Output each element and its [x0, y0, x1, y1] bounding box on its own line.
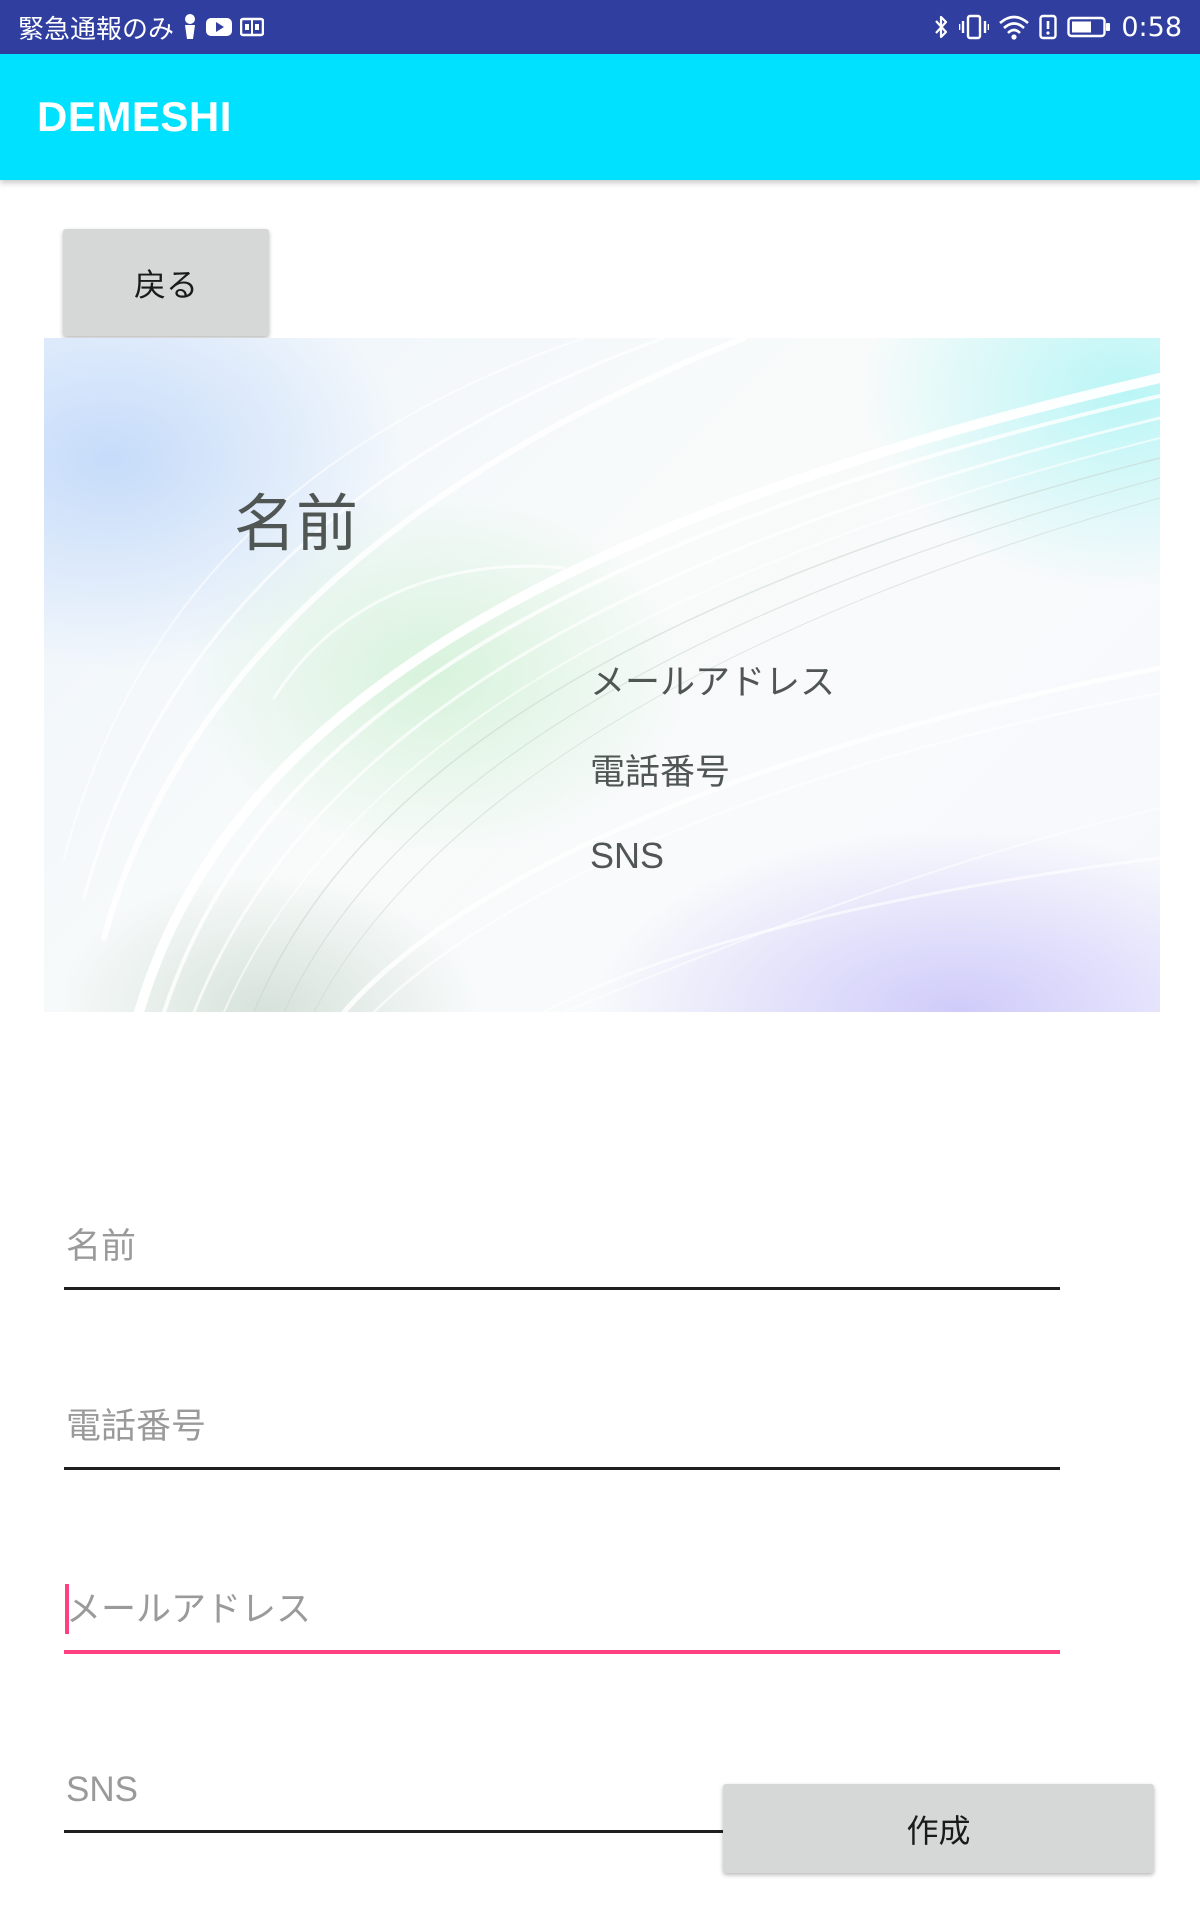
vibrate-icon	[959, 12, 990, 42]
bluetooth-icon	[933, 12, 949, 42]
status-time: 0:58	[1121, 11, 1182, 43]
card-email-text: メールアドレス	[590, 663, 836, 703]
alert-icon	[1039, 12, 1058, 42]
battery-icon	[1067, 12, 1111, 42]
card-sns-text: SNS	[590, 835, 665, 876]
text-cursor	[65, 1584, 69, 1634]
card-preview: 名前 メールアドレス 電話番号 SNS	[44, 338, 1160, 1012]
carrier-text: 緊急通報のみ	[18, 14, 175, 45]
wifi-icon	[999, 12, 1030, 42]
email-field-wrapper	[64, 1574, 1060, 1654]
name-input[interactable]	[64, 1210, 1060, 1290]
status-bar: 緊急通報のみ 0:58	[0, 0, 1200, 54]
status-left: 緊急通報のみ	[18, 0, 265, 54]
card-phone-text: 電話番号	[590, 753, 731, 793]
phone-field-wrapper	[64, 1390, 1060, 1470]
phone-input[interactable]	[64, 1390, 1060, 1470]
create-button[interactable]: 作成	[723, 1784, 1154, 1873]
youtube-icon	[206, 12, 233, 42]
person-icon	[182, 12, 198, 42]
back-button[interactable]: 戻る	[63, 229, 269, 336]
status-right: 0:58	[933, 0, 1182, 54]
name-field-wrapper	[64, 1210, 1060, 1290]
email-input[interactable]	[64, 1574, 1060, 1654]
card-name-text: 名前	[234, 487, 359, 560]
app-title: DEMESHI	[37, 93, 232, 140]
book-icon	[240, 12, 265, 42]
app-bar: DEMESHI	[0, 54, 1200, 180]
